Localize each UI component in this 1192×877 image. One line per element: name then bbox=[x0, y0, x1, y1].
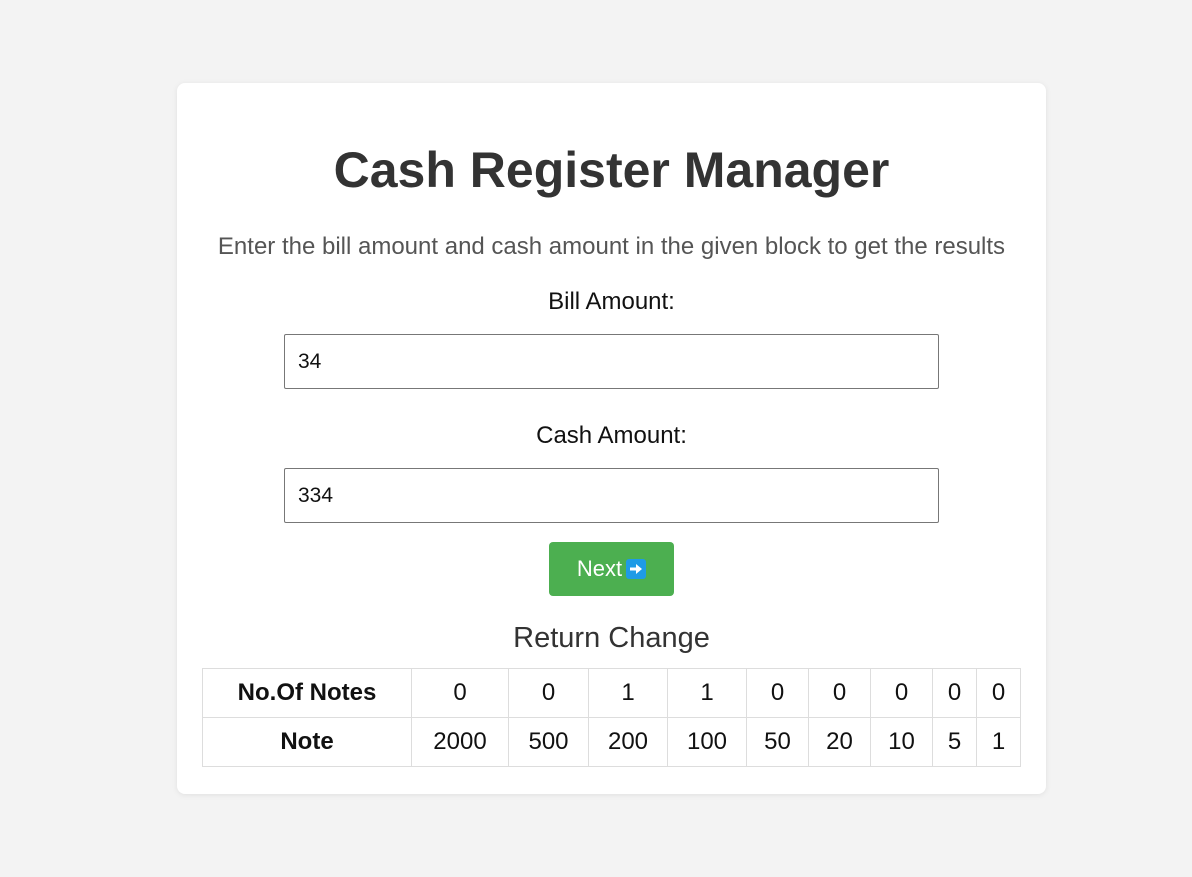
notes-count-row: No.Of Notes 0 0 1 1 0 0 0 0 0 bbox=[202, 668, 1021, 718]
note-cell: 1 bbox=[976, 717, 1021, 767]
note-row-header: Note bbox=[202, 717, 412, 767]
cash-amount-input[interactable] bbox=[284, 468, 939, 523]
note-cell: 50 bbox=[746, 717, 809, 767]
return-change-title: Return Change bbox=[513, 622, 710, 654]
count-cell: 0 bbox=[746, 668, 809, 718]
next-button[interactable]: Next bbox=[549, 542, 674, 596]
note-value-row: Note 2000 500 200 100 50 20 10 5 1 bbox=[202, 717, 1021, 767]
note-cell: 200 bbox=[588, 717, 668, 767]
note-cell: 2000 bbox=[411, 717, 509, 767]
bill-amount-input[interactable] bbox=[284, 334, 939, 389]
count-cell: 0 bbox=[808, 668, 871, 718]
count-cell: 0 bbox=[411, 668, 509, 718]
note-cell: 20 bbox=[808, 717, 871, 767]
page-subtitle: Enter the bill amount and cash amount in… bbox=[217, 233, 1006, 260]
count-cell: 0 bbox=[932, 668, 977, 718]
cash-register-card: Cash Register Manager Enter the bill amo… bbox=[177, 83, 1046, 794]
return-change-table: No.Of Notes 0 0 1 1 0 0 0 0 0 Note 2000 … bbox=[202, 668, 1021, 767]
count-cell: 1 bbox=[667, 668, 747, 718]
right-arrow-icon bbox=[626, 559, 647, 579]
count-cell: 0 bbox=[870, 668, 933, 718]
note-cell: 10 bbox=[870, 717, 933, 767]
cash-amount-label: Cash Amount: bbox=[536, 422, 687, 449]
note-cell: 500 bbox=[508, 717, 589, 767]
note-cell: 5 bbox=[932, 717, 977, 767]
count-cell: 0 bbox=[508, 668, 589, 718]
count-cell: 0 bbox=[976, 668, 1021, 718]
page-title: Cash Register Manager bbox=[333, 142, 890, 198]
next-button-label: Next bbox=[576, 556, 623, 581]
bill-amount-label: Bill Amount: bbox=[548, 288, 675, 315]
note-cell: 100 bbox=[667, 717, 747, 767]
count-row-header: No.Of Notes bbox=[202, 668, 412, 718]
count-cell: 1 bbox=[588, 668, 668, 718]
